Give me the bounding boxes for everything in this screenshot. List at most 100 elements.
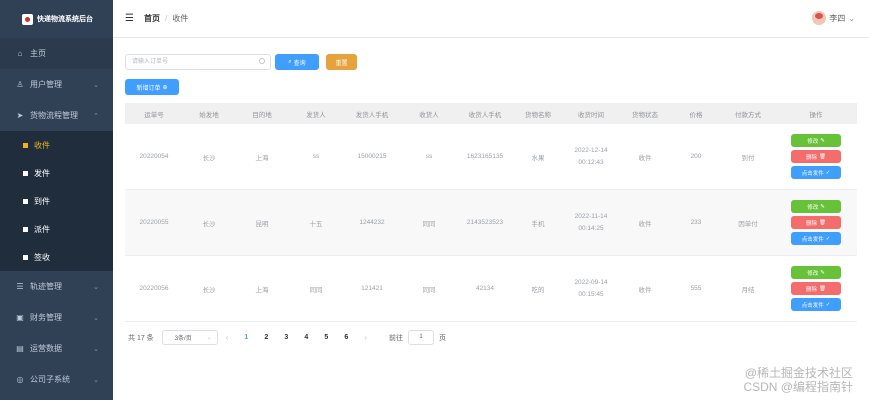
page-number[interactable]: 1 bbox=[236, 334, 256, 341]
edit-button[interactable]: 修改 ✎ bbox=[791, 134, 841, 147]
new-order-label: 新增订单 bbox=[136, 85, 161, 92]
column-header[interactable]: 发货人 bbox=[289, 109, 343, 119]
sidebar-item-home[interactable]: ⌂ 主页 bbox=[0, 38, 113, 69]
cell-sender: 十五 bbox=[309, 220, 323, 228]
sidebar-subitem-label: 发件 bbox=[34, 168, 50, 178]
table-row[interactable]: 20220055 长沙 昆明 十五 1244232 同同 2143523523 … bbox=[125, 190, 857, 256]
bullet-icon bbox=[23, 226, 28, 232]
app-title: 快递物流系统后台 bbox=[37, 16, 93, 23]
send-button[interactable]: 点击发件 ✓ bbox=[791, 166, 841, 179]
sidebar-subitem-sign[interactable]: 签收 bbox=[0, 243, 113, 271]
column-header[interactable]: 收货时间 bbox=[563, 109, 619, 119]
column-header[interactable]: 收货人手机 bbox=[457, 109, 513, 119]
send-label: 点击发件 bbox=[801, 170, 824, 177]
sidebar-item-company[interactable]: ◎ 公司子系统 ⌄ bbox=[0, 364, 113, 395]
edit-button[interactable]: 修改 ✎ bbox=[791, 200, 841, 213]
column-header[interactable]: 发货人手机 bbox=[343, 109, 401, 119]
edit-label: 修改 bbox=[807, 270, 819, 277]
edit-icon: ✎ bbox=[820, 137, 825, 144]
check-icon: ✓ bbox=[825, 169, 831, 176]
send-button[interactable]: 点击发件 ✓ bbox=[791, 298, 841, 311]
sidebar-item-label: 轨迹管理 bbox=[30, 282, 62, 291]
page-number[interactable]: 2 bbox=[256, 334, 276, 341]
cell-receiver-phone: 2143523523 bbox=[466, 219, 504, 226]
send-label: 点击发件 bbox=[801, 236, 824, 243]
sidebar-subitem-receive[interactable]: 收件 bbox=[0, 131, 113, 159]
sidebar-subitem-label: 收件 bbox=[34, 140, 50, 150]
sidebar-item-users[interactable]: ♙ 用户管理 ⌄ bbox=[0, 69, 113, 100]
column-header[interactable]: 货物状态 bbox=[619, 109, 671, 119]
sidebar-subitem-dispatch[interactable]: 发件 bbox=[0, 159, 113, 187]
reset-button[interactable]: 重置 bbox=[326, 54, 357, 70]
sidebar-item-finance[interactable]: ▣ 财务管理 ⌄ bbox=[0, 302, 113, 333]
page-number[interactable]: 3 bbox=[276, 334, 296, 341]
company-icon: ◎ bbox=[16, 375, 24, 384]
sidebar-item-operations[interactable]: ▤ 运营数据 ⌄ bbox=[0, 333, 113, 364]
search-field[interactable] bbox=[125, 54, 271, 70]
sidebar-item-label: 货物流程管理 bbox=[30, 111, 78, 120]
cell-sender: ss bbox=[312, 153, 320, 160]
chevron-down-icon: ⌄ bbox=[93, 345, 99, 353]
goto-label: 前往 bbox=[389, 334, 404, 342]
watermark-line1: @稀土掘金技术社区 bbox=[744, 366, 853, 380]
page-number[interactable]: 5 bbox=[316, 334, 336, 341]
edit-button[interactable]: 修改 ✎ bbox=[791, 266, 841, 279]
search-input[interactable] bbox=[126, 55, 246, 69]
cell-payment: 月结 bbox=[741, 286, 755, 294]
table-row[interactable]: 20220056 长沙 上海 同同 121421 同同 42134 吃的 202… bbox=[125, 256, 857, 322]
column-header[interactable]: 运单号 bbox=[125, 109, 183, 119]
search-icon: ⌕ bbox=[288, 58, 292, 65]
cell-goods: 水果 bbox=[531, 154, 545, 162]
send-button[interactable]: 点击发件 ✓ bbox=[791, 232, 841, 245]
sidebar-item-label: 主页 bbox=[30, 49, 46, 58]
breadcrumb-home[interactable]: 首页 bbox=[144, 13, 160, 24]
user-menu[interactable]: 李四 ⌄ bbox=[812, 11, 855, 25]
chevron-up-icon: ⌃ bbox=[93, 112, 99, 120]
page-number[interactable]: 6 bbox=[336, 334, 356, 341]
column-header[interactable]: 目的地 bbox=[235, 109, 289, 119]
edit-icon: ✎ bbox=[820, 269, 825, 276]
next-page-icon[interactable]: › bbox=[364, 333, 367, 342]
prev-page-icon[interactable]: ‹ bbox=[226, 333, 229, 342]
delete-button[interactable]: 删除 🗑 bbox=[791, 282, 841, 295]
table-row[interactable]: 20220054 长沙 上海 ss 15000215 ss 1623165135… bbox=[125, 124, 857, 190]
cell-origin: 长沙 bbox=[202, 286, 216, 294]
delete-button[interactable]: 删除 🗑 bbox=[791, 216, 841, 229]
logo-icon bbox=[22, 13, 33, 25]
goto-page-input[interactable]: 1 bbox=[408, 330, 435, 345]
cell-sender-phone: 15000215 bbox=[357, 153, 387, 160]
delete-button[interactable]: 删除 🗑 bbox=[791, 150, 841, 163]
cell-receiver-phone: 42134 bbox=[475, 285, 495, 292]
user-icon: ♙ bbox=[16, 80, 24, 89]
app-logo[interactable]: 快递物流系统后台 bbox=[0, 0, 113, 38]
page-size-select[interactable]: 3条/页 ⌄ bbox=[161, 330, 218, 345]
column-header[interactable]: 始发地 bbox=[183, 109, 235, 119]
table-header: 运单号 始发地 目的地 发货人 发货人手机 收货人 收货人手机 货物名称 收货时… bbox=[125, 103, 857, 124]
check-icon: ✓ bbox=[825, 235, 831, 242]
cell-sender: 同同 bbox=[309, 286, 323, 294]
sidebar-item-cargo-flow[interactable]: ➤ 货物流程管理 ⌃ bbox=[0, 100, 113, 131]
column-header[interactable]: 付款方式 bbox=[721, 109, 775, 119]
cell-receiver: ss bbox=[425, 153, 433, 160]
sidebar-subitem-arrive[interactable]: 到件 bbox=[0, 187, 113, 215]
new-order-button[interactable]: 新增订单 ⊕ bbox=[125, 79, 179, 95]
orders-table: 运单号 始发地 目的地 发货人 发货人手机 收货人 收货人手机 货物名称 收货时… bbox=[125, 103, 857, 322]
cell-received-time: 2022-11-14 00:14:25 bbox=[574, 212, 608, 232]
send-label: 点击发件 bbox=[801, 302, 824, 309]
sidebar-item-track[interactable]: ☰ 轨迹管理 ⌄ bbox=[0, 271, 113, 302]
column-header[interactable]: 价格 bbox=[671, 109, 721, 119]
trash-icon: 🗑 bbox=[819, 285, 826, 292]
chevron-down-icon: ⌄ bbox=[206, 335, 212, 341]
menu-toggle-icon[interactable]: ☰ bbox=[125, 13, 134, 24]
cell-payment: 因单付 bbox=[738, 220, 758, 228]
avatar bbox=[812, 11, 827, 25]
search-icon bbox=[259, 58, 265, 64]
sidebar-subitem-deliver[interactable]: 派件 bbox=[0, 215, 113, 243]
column-header[interactable]: 收货人 bbox=[401, 109, 457, 119]
query-button[interactable]: ⌕ 查询 bbox=[275, 54, 319, 70]
page-number[interactable]: 4 bbox=[296, 334, 316, 341]
column-header[interactable]: 货物名称 bbox=[513, 109, 563, 119]
cell-sender-phone: 1244232 bbox=[359, 219, 385, 226]
chevron-down-icon: ⌄ bbox=[848, 13, 855, 23]
cell-destination: 上海 bbox=[255, 154, 269, 162]
